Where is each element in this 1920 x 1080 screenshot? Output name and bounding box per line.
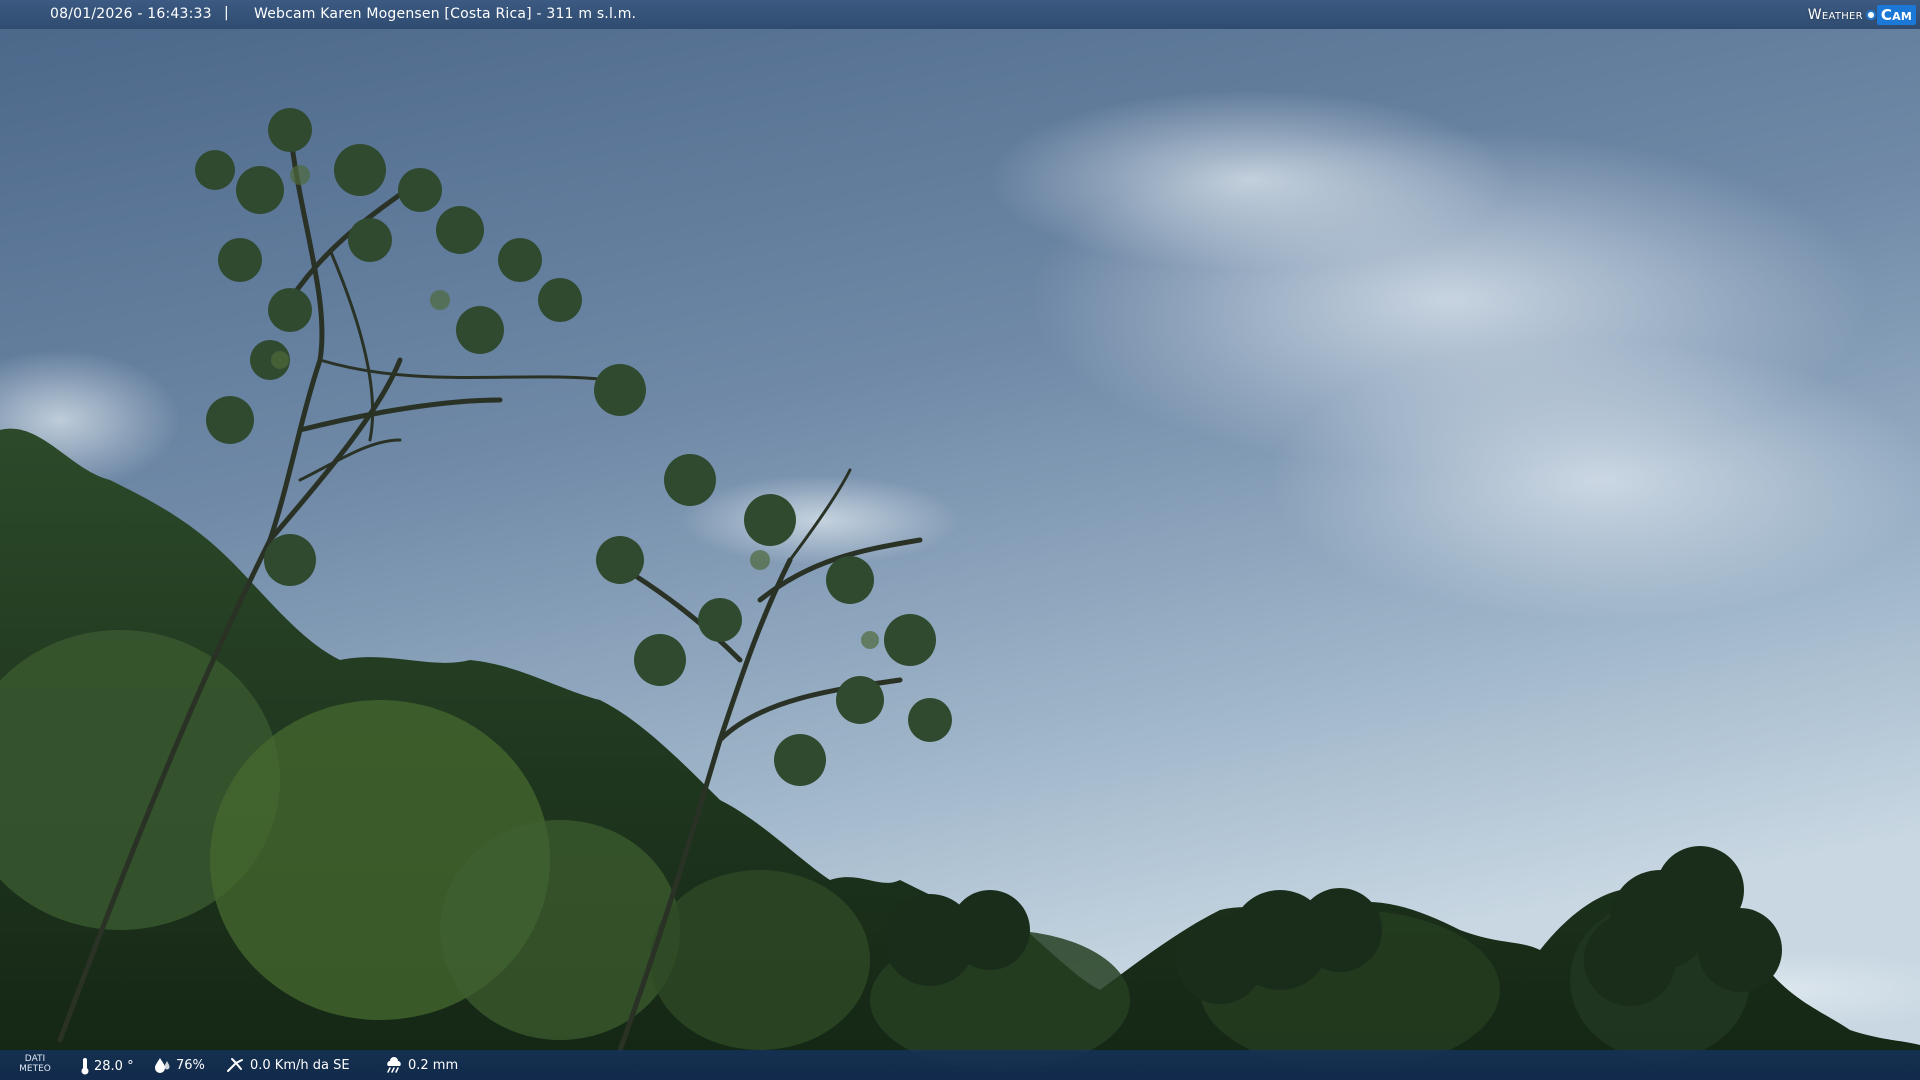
wind-icon (227, 1058, 243, 1072)
rain-reading: 0.2 mm (384, 1057, 458, 1073)
webcam-image (0, 0, 1920, 1080)
temperature-value: 28.0 ° (94, 1058, 134, 1074)
humidity-drop-icon (155, 1058, 170, 1073)
camera-title: Webcam Karen Mogensen [Costa Rica] - 311… (254, 6, 637, 22)
wind-value: 0.0 Km/h da SE (250, 1057, 350, 1073)
thermometer-icon (81, 1058, 89, 1075)
logo-dot-icon (1865, 10, 1876, 20)
humidity-reading: 76% (154, 1057, 205, 1073)
webcam-viewport: 08/01/2026 - 16:43:33 | Webcam Karen Mog… (0, 0, 1920, 1080)
title-separator: | (224, 5, 229, 21)
weathercam-logo[interactable]: Weather Cam (1808, 3, 1916, 27)
rain-value: 0.2 mm (408, 1057, 459, 1073)
wind-reading: 0.0 Km/h da SE (226, 1057, 350, 1073)
rain-cloud-icon (387, 1057, 401, 1073)
top-info-bar: 08/01/2026 - 16:43:33 | Webcam Karen Mog… (0, 0, 1920, 29)
meteo-label: DATI METEO (18, 1054, 52, 1074)
humidity-value: 76% (176, 1057, 205, 1073)
weather-data-bar: DATI METEO 28.0 ° 76% 0.0 Km/h da SE 0.2… (0, 1050, 1920, 1080)
temperature-reading: 28.0 ° (80, 1057, 134, 1075)
logo-weather-text: Weather (1807, 7, 1863, 23)
logo-cam-text: Cam (1876, 5, 1916, 25)
meteo-label-line2: METEO (19, 1064, 51, 1074)
meteo-label-line1: DATI (24, 1054, 46, 1064)
timestamp: 08/01/2026 - 16:43:33 (50, 6, 212, 22)
